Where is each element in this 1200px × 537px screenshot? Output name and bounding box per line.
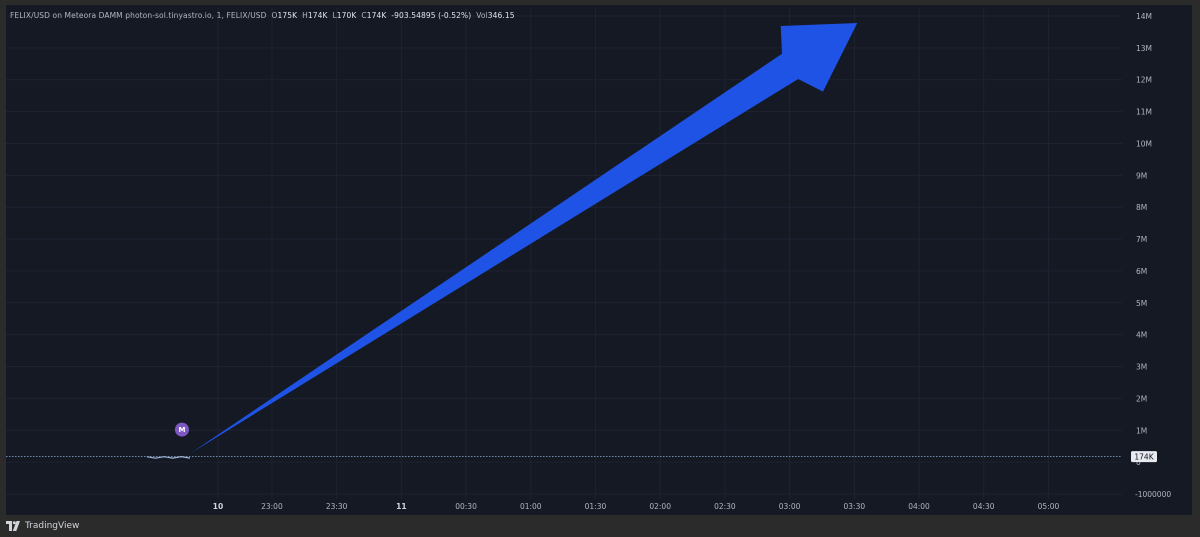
arrow-annotation[interactable] bbox=[190, 23, 858, 454]
last-price-badge-text: 174K bbox=[1134, 453, 1154, 462]
y-tick-label: 14M bbox=[1136, 12, 1152, 21]
y-tick-label: 13M bbox=[1136, 44, 1152, 53]
y-tick-label: -1000000 bbox=[1135, 490, 1171, 499]
x-tick-label: 23:00 bbox=[261, 502, 283, 511]
y-tick-label: 10M bbox=[1136, 139, 1152, 148]
x-tick-label: 10 bbox=[213, 502, 223, 511]
y-tick-label: 8M bbox=[1136, 203, 1147, 212]
x-tick-label: 23:30 bbox=[326, 502, 348, 511]
x-tick-label: 03:00 bbox=[779, 502, 801, 511]
x-axis[interactable]: 10 23:00 23:30 11 00:30 01:00 01:30 02:00 02:30 0… bbox=[213, 502, 1060, 511]
y-tick-label: 9M bbox=[1136, 171, 1147, 180]
close-value: 174K bbox=[366, 11, 387, 20]
brand-name[interactable]: TradingView bbox=[25, 521, 79, 531]
change-value: -903.54895 (-0.52%) bbox=[391, 11, 472, 20]
marker-letter: M bbox=[178, 426, 185, 434]
y-tick-label: 4M bbox=[1136, 331, 1147, 340]
y-tick-label: 3M bbox=[1136, 363, 1147, 372]
y-axis[interactable]: 14M13M12M11M10M9M8M7M6M5M4M3M2M1M0-10000… bbox=[1131, 12, 1171, 499]
symbol-info[interactable]: FELIX/USD on Meteora DAMM photon-sol.tin… bbox=[10, 11, 267, 20]
chart-marker[interactable]: M bbox=[174, 422, 189, 437]
symbol-header: FELIX/USD on Meteora DAMM photon-sol.tin… bbox=[10, 11, 515, 20]
low-value: 170K bbox=[336, 11, 357, 20]
last-price-badge: 174K bbox=[1131, 451, 1157, 463]
tradingview-logo-icon bbox=[6, 521, 20, 531]
y-tick-label: 5M bbox=[1136, 299, 1147, 308]
high-value: 174K bbox=[307, 11, 328, 20]
x-tick-label: 01:00 bbox=[520, 502, 542, 511]
x-tick-label: 00:30 bbox=[455, 502, 477, 511]
y-tick-label: 7M bbox=[1136, 235, 1147, 244]
x-tick-label: 03:30 bbox=[844, 502, 866, 511]
x-tick-label: 04:00 bbox=[908, 502, 930, 511]
app-frame: M 14M 13M 12M 11M 10M 9M 8M 7M 6M 5M 4M 3M 2M 1M 0 -100… bbox=[0, 0, 1200, 537]
series-layer: M bbox=[146, 422, 191, 459]
x-tick-label: 11 bbox=[396, 502, 406, 511]
grid bbox=[6, 8, 1122, 499]
y-tick-label: 1M bbox=[1136, 426, 1147, 435]
y-tick-label: 12M bbox=[1136, 76, 1152, 85]
y-tick-label: 6M bbox=[1136, 267, 1147, 276]
x-tick-label: 05:00 bbox=[1038, 502, 1060, 511]
volume-label: Vol bbox=[476, 11, 488, 20]
annotation-layer bbox=[190, 23, 858, 454]
x-tick-label: 04:30 bbox=[973, 502, 995, 511]
x-tick-label: 02:30 bbox=[714, 502, 736, 511]
x-tick-label: 02:00 bbox=[649, 502, 671, 511]
y-tick-label: 11M bbox=[1136, 108, 1152, 117]
y-tick-label: 2M bbox=[1136, 394, 1147, 403]
x-tick-label: 01:30 bbox=[585, 502, 607, 511]
volume-value: 346.15 bbox=[487, 11, 515, 20]
price-chart[interactable]: M 14M13M12M11M10M9M8M7M6M5M4M3M2M1M0-100… bbox=[0, 0, 1200, 537]
open-value: 175K bbox=[277, 11, 298, 20]
footer: TradingView bbox=[6, 518, 79, 534]
